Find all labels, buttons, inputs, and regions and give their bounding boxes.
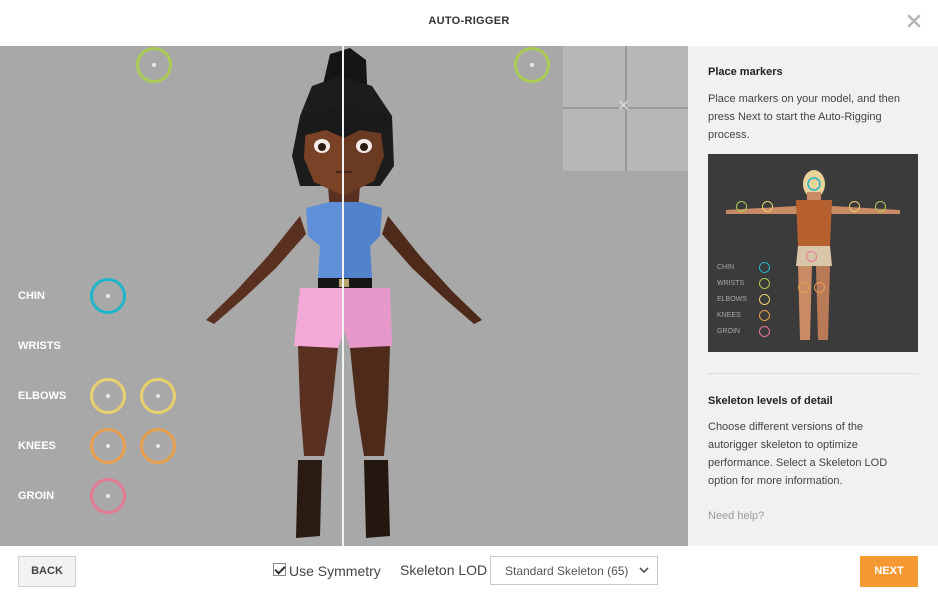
auto-rigger-window: AUTO-RIGGER ✕ CHIN WRISTS ELBOWS KNEES G… <box>0 0 938 596</box>
chin-marker[interactable] <box>90 278 126 314</box>
skeleton-lod-value: Standard Skeleton (65) <box>505 564 629 578</box>
skeleton-lod-select[interactable]: Standard Skeleton (65) <box>490 556 658 585</box>
thumb-label-elbows: ELBOWS <box>717 296 747 303</box>
symmetry-line <box>342 46 344 546</box>
back-button[interactable]: BACK <box>18 556 76 587</box>
need-help-link[interactable]: Need help? <box>708 510 764 522</box>
footer-bar: BACK Use Symmetry Skeleton LOD Standard … <box>0 546 938 596</box>
use-symmetry-checkbox[interactable] <box>273 563 286 576</box>
window-title: AUTO-RIGGER <box>428 15 510 27</box>
thumb-label-wrists: WRISTS <box>717 280 745 287</box>
skeleton-lod-label: Skeleton LOD <box>400 562 488 578</box>
groin-marker[interactable] <box>90 478 126 514</box>
close-icon[interactable] <box>906 13 922 29</box>
marker-label-chin: CHIN <box>18 290 45 302</box>
thumb-label-knees: KNEES <box>717 312 741 319</box>
example-rig-image: CHIN WRISTS ELBOWS KNEES GROIN <box>708 154 918 352</box>
lod-heading: Skeleton levels of detail <box>708 395 833 407</box>
knee-marker-right[interactable] <box>140 428 176 464</box>
placed-wrist-marker-left[interactable] <box>136 47 172 83</box>
marker-label-wrists: WRISTS <box>18 340 61 352</box>
thumb-label-groin: GROIN <box>717 328 740 335</box>
marker-label-knees: KNEES <box>18 440 56 452</box>
lod-text: Choose different versions of the autorig… <box>708 421 888 487</box>
elbow-marker-right[interactable] <box>140 378 176 414</box>
place-markers-text: Place markers on your model, and then pr… <box>708 93 900 141</box>
panel-divider <box>708 373 918 374</box>
marker-label-elbows: ELBOWS <box>18 390 67 402</box>
thumb-label-chin: CHIN <box>717 264 735 271</box>
use-symmetry-label[interactable]: Use Symmetry <box>289 563 381 579</box>
knee-marker-left[interactable] <box>90 428 126 464</box>
model-viewport[interactable]: ✕ CHIN WRISTS ELBOWS KNEES GROIN <box>0 46 688 546</box>
next-button[interactable]: NEXT <box>860 556 918 587</box>
marker-label-groin: GROIN <box>18 490 55 502</box>
place-markers-heading: Place markers <box>708 66 783 78</box>
orientation-gizmo[interactable]: ✕ <box>563 46 688 171</box>
elbow-marker-left[interactable] <box>90 378 126 414</box>
instructions-panel: Place markers Place markers on your mode… <box>688 46 938 546</box>
title-bar: AUTO-RIGGER <box>0 0 938 46</box>
placed-wrist-marker-right[interactable] <box>514 47 550 83</box>
chevron-down-icon <box>639 567 649 574</box>
